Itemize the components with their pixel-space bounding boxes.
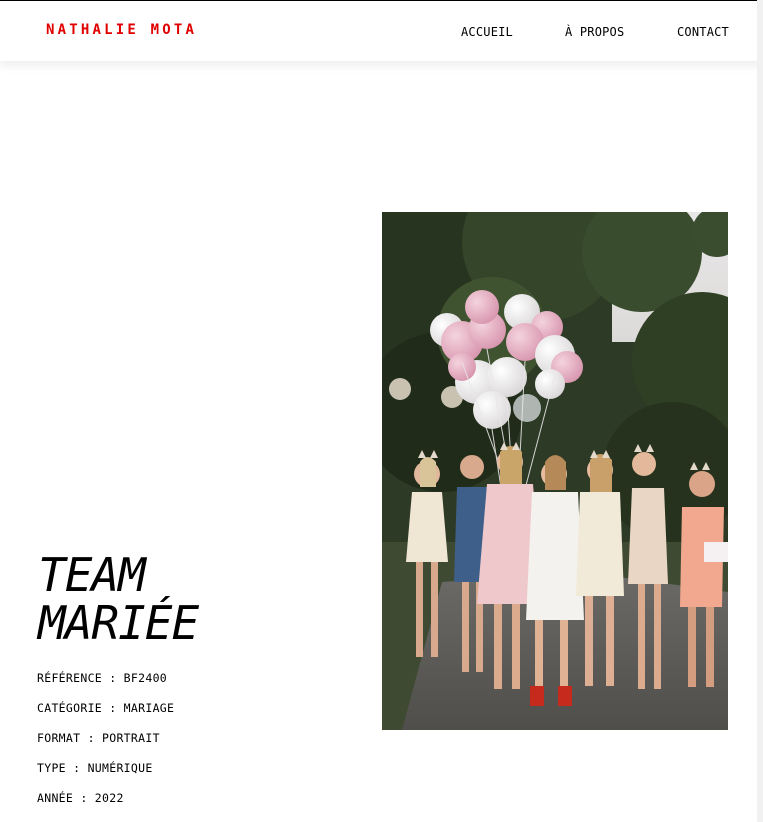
photo-year: ANNÉE : 2022 xyxy=(37,791,124,805)
photo-title: TEAM MARIÉE xyxy=(38,551,338,647)
photo-title-line-2: MARIÉE xyxy=(38,596,199,650)
scrollbar[interactable] xyxy=(757,0,763,822)
photo-image xyxy=(382,212,728,730)
site-header: NATHALIE MOTA ACCUEIL À PROPOS CONTACT xyxy=(0,1,763,61)
nav-link-a-propos[interactable]: À PROPOS xyxy=(565,25,624,39)
photo-title-line-1: TEAM xyxy=(38,548,146,602)
photo-category: CATÉGORIE : MARIAGE xyxy=(37,701,175,715)
photo-format: FORMAT : PORTRAIT xyxy=(37,731,160,745)
site-logo[interactable]: NATHALIE MOTA xyxy=(46,22,197,38)
nav-link-contact[interactable]: CONTACT xyxy=(677,25,729,39)
photo-reference: RÉFÉRENCE : BF2400 xyxy=(37,671,168,685)
nav-link-accueil[interactable]: ACCUEIL xyxy=(461,25,513,39)
photo-type: TYPE : NUMÉRIQUE xyxy=(37,761,153,775)
